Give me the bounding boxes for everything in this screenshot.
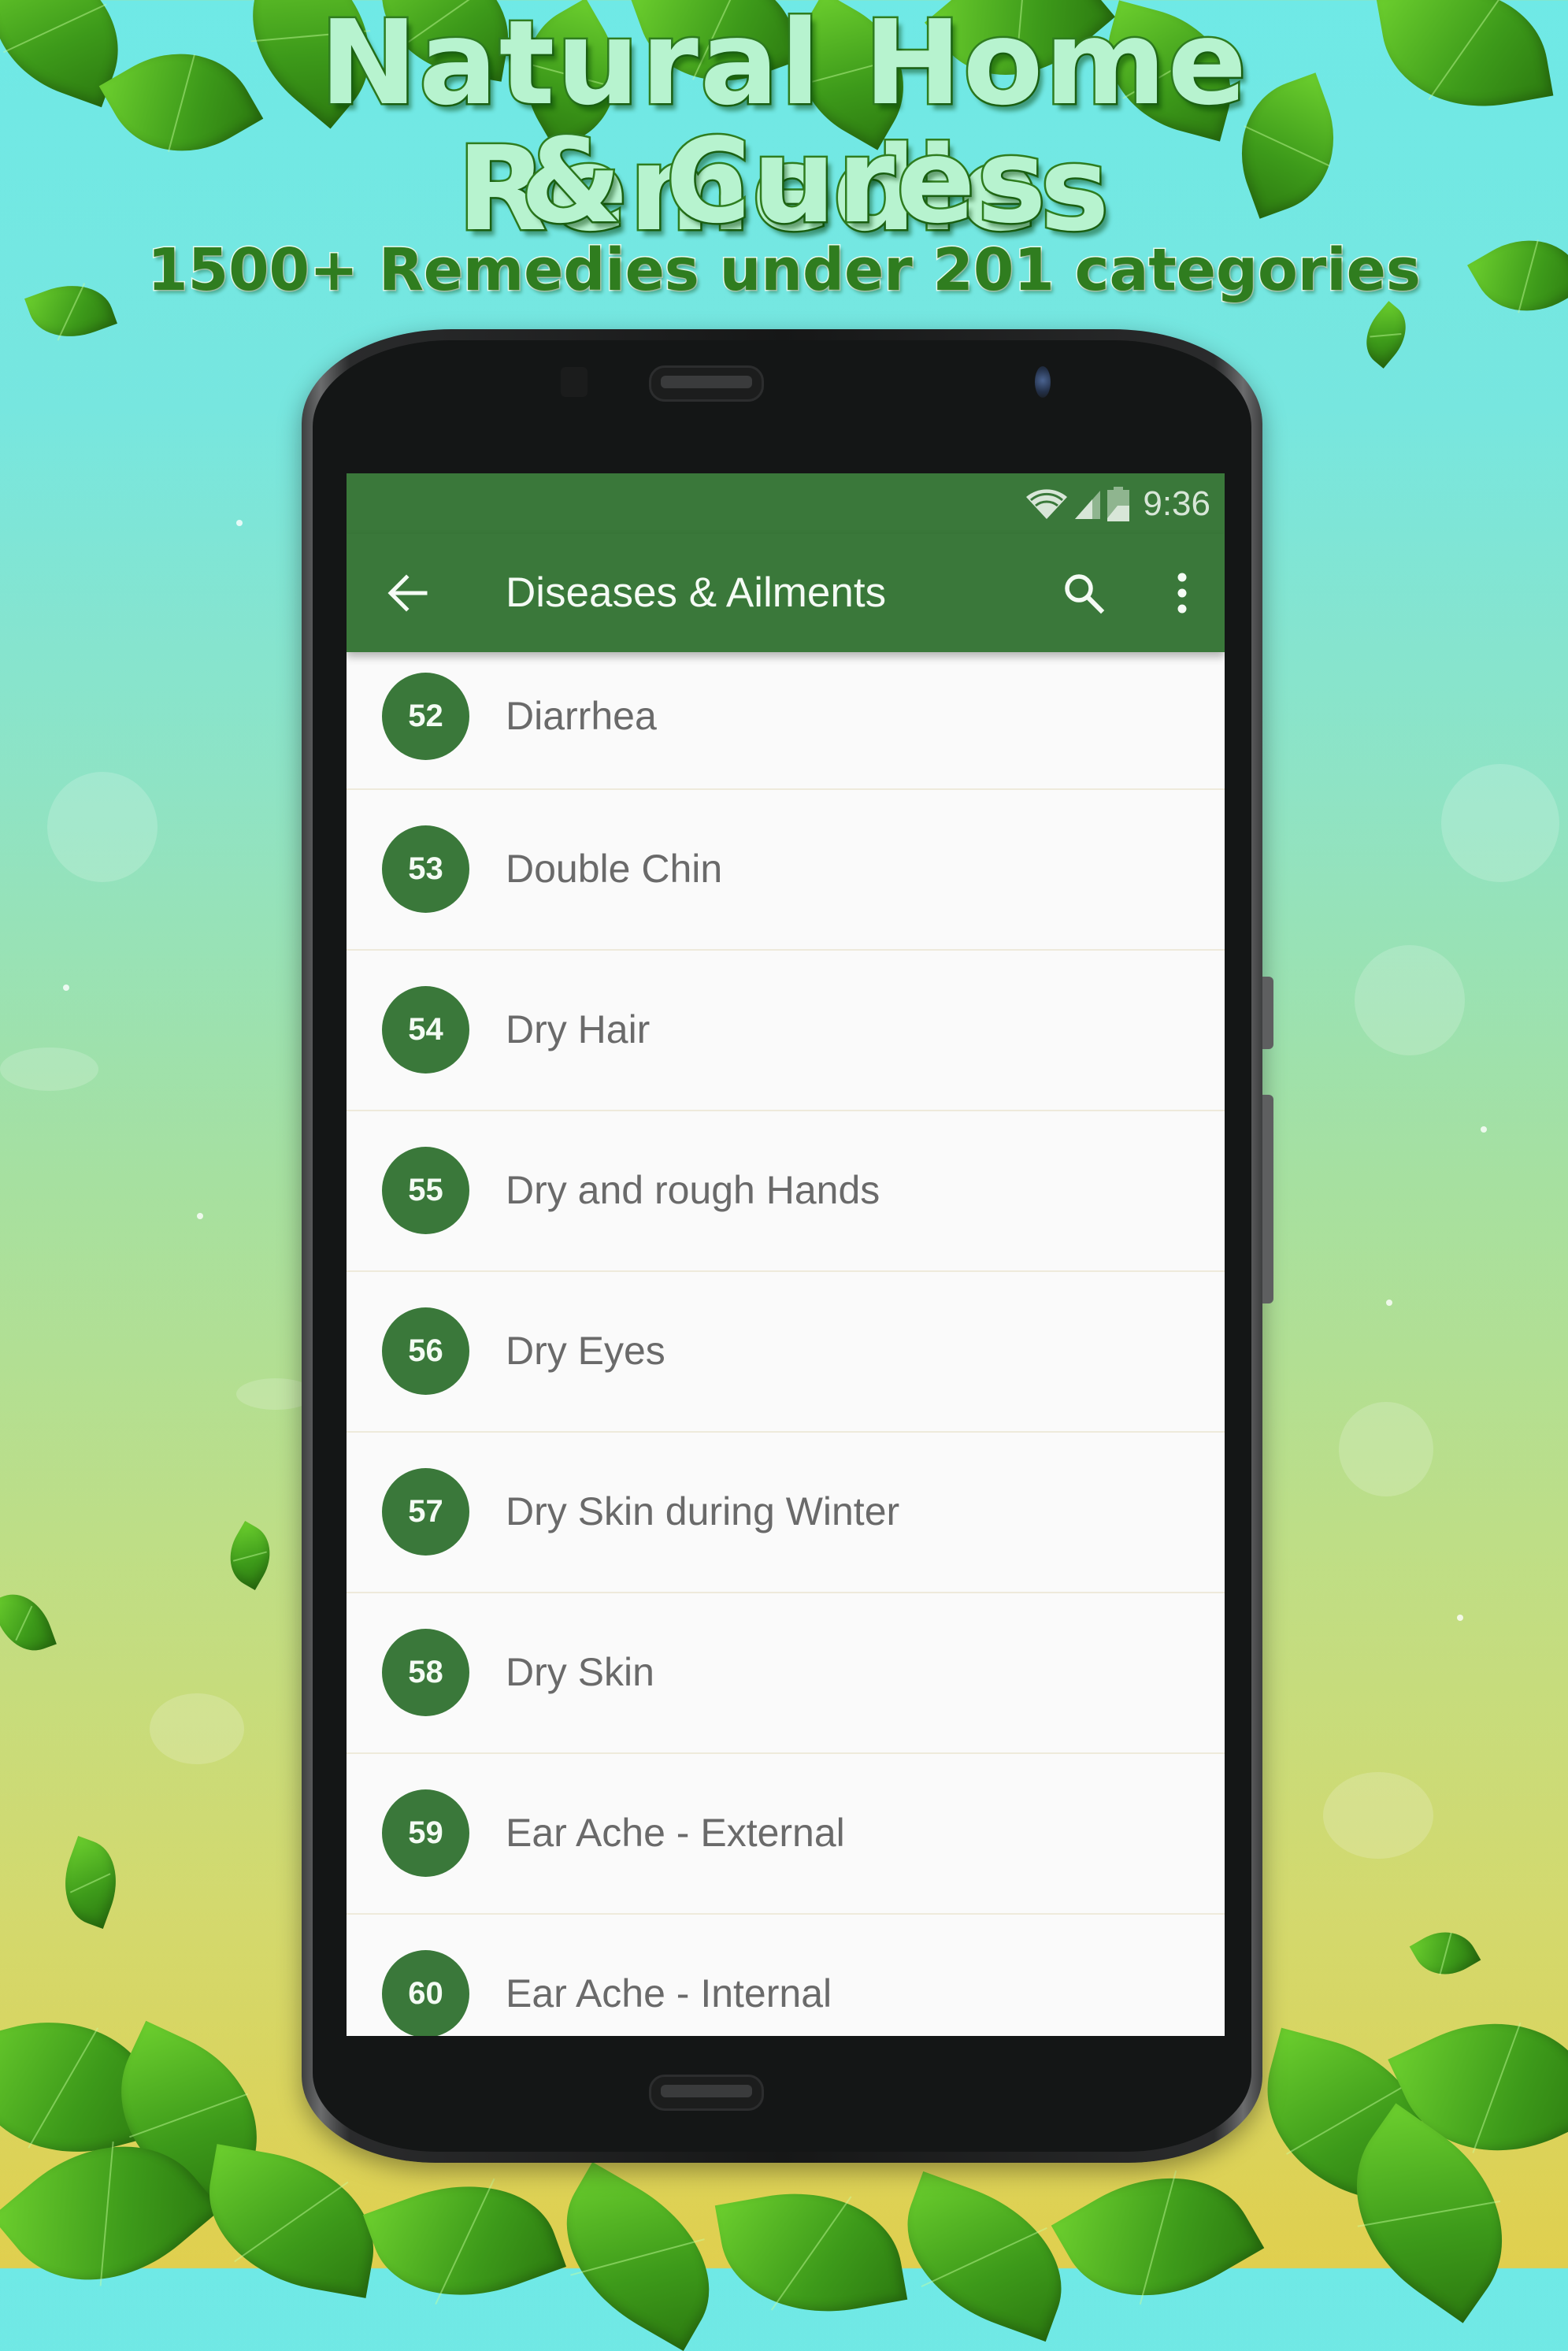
leaf	[1051, 2138, 1265, 2335]
sparkle	[63, 985, 69, 991]
leaf	[1353, 301, 1419, 369]
item-label: Ear Ache - External	[506, 1811, 845, 1855]
leaf	[533, 2162, 743, 2351]
bokeh-circle	[47, 772, 158, 882]
list-item[interactable]: 55 Dry and rough Hands	[347, 1111, 1225, 1272]
list-item[interactable]: 53 Double Chin	[347, 790, 1225, 951]
sparkle	[1457, 1615, 1463, 1621]
search-icon[interactable]	[1060, 569, 1107, 617]
item-label: Dry Skin during Winter	[506, 1489, 900, 1533]
bokeh-circle	[1355, 945, 1465, 1055]
item-label: Double Chin	[506, 847, 723, 891]
promo-subtitle: 1500+ Remedies under 201 categories	[146, 235, 1422, 306]
item-label: Dry and rough Hands	[506, 1168, 880, 1212]
proximity-sensor	[561, 367, 588, 397]
item-number-badge: 55	[382, 1147, 469, 1234]
list-item[interactable]: 52 Diarrhea	[347, 652, 1225, 790]
power-button	[1262, 1095, 1273, 1303]
cell-signal-icon	[1075, 490, 1101, 519]
list-item[interactable]: 59 Ear Ache - External	[347, 1754, 1225, 1915]
app-toolbar: Diseases & Ailments	[347, 534, 1225, 652]
more-options-icon[interactable]	[1170, 569, 1194, 617]
volume-button	[1262, 977, 1273, 1049]
item-label: Diarrhea	[506, 694, 657, 738]
leaf	[882, 2171, 1087, 2342]
battery-charging-icon	[1107, 486, 1130, 521]
item-label: Dry Hair	[506, 1007, 651, 1051]
item-label: Dry Eyes	[506, 1329, 665, 1373]
bokeh-circle	[0, 1048, 98, 1091]
list-item[interactable]: 58 Dry Skin	[347, 1593, 1225, 1754]
item-number-badge: 60	[382, 1950, 469, 2036]
sparkle	[197, 1213, 203, 1219]
bokeh-circle	[1441, 764, 1559, 882]
item-number-badge: 56	[382, 1307, 469, 1395]
item-number-badge: 52	[382, 673, 469, 760]
item-number-badge: 57	[382, 1468, 469, 1556]
promo-title-line-2: & Cures	[518, 113, 1048, 249]
list-item[interactable]: 60 Ear Ache - Internal	[347, 1915, 1225, 2036]
front-camera-icon	[1035, 366, 1051, 398]
leaf	[51, 1836, 130, 1929]
item-label: Ear Ache - Internal	[506, 1971, 832, 2015]
bokeh-circle	[1323, 1772, 1433, 1859]
bokeh-circle	[1339, 1402, 1433, 1496]
sparkle	[236, 520, 243, 526]
item-number-badge: 54	[382, 986, 469, 1074]
sparkle	[1386, 1300, 1392, 1306]
leaf	[362, 2155, 567, 2327]
list-item[interactable]: 56 Dry Eyes	[347, 1272, 1225, 1433]
status-bar: 9:36	[347, 473, 1225, 534]
leaf	[714, 2175, 908, 2330]
wifi-icon	[1026, 488, 1068, 519]
bottom-speaker	[649, 2075, 764, 2111]
sparkle	[1481, 1126, 1487, 1133]
toolbar-title: Diseases & Ailments	[506, 569, 887, 616]
item-label: Dry Skin	[506, 1650, 654, 1694]
leaf	[1409, 1919, 1481, 1988]
ailments-list: 52 Diarrhea 53 Double Chin 54 Dry Hair 5…	[347, 652, 1225, 2036]
bokeh-circle	[150, 1693, 244, 1764]
leaf	[195, 2144, 388, 2298]
leaf	[217, 1520, 283, 1591]
list-item[interactable]: 57 Dry Skin during Winter	[347, 1433, 1225, 1593]
item-number-badge: 58	[382, 1629, 469, 1716]
list-item[interactable]: 54 Dry Hair	[347, 951, 1225, 1111]
earpiece-speaker	[649, 365, 764, 402]
app-screen: 9:36 Diseases & Ailments 52 Diarrhea 53 …	[347, 473, 1225, 2036]
back-arrow-icon[interactable]	[386, 571, 430, 615]
leaf	[0, 1585, 57, 1660]
item-number-badge: 59	[382, 1789, 469, 1877]
item-number-badge: 53	[382, 825, 469, 913]
status-time: 9:36	[1143, 484, 1210, 523]
